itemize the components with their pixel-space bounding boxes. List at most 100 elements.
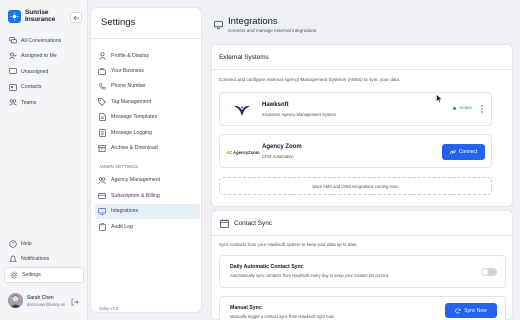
nav-item-label: Notifications — [21, 256, 50, 263]
divider — [91, 38, 203, 39]
nav-item-contacts[interactable]: Contacts — [4, 80, 84, 96]
integration-name: Agency Zoom — [262, 144, 302, 150]
contact-sync-card: Contact Sync Sync contacts from your Haw… — [211, 210, 513, 320]
contact-sync-description: Sync contacts from your Hawksoft system … — [219, 242, 358, 247]
toggle-knob — [482, 269, 488, 275]
settings-item-label: Tag Management — [111, 98, 152, 105]
primary-sidebar: Sunrise Insurance All Conversations Assi… — [0, 0, 88, 320]
status-badge: Active — [453, 106, 472, 111]
nav-item-all-conversations[interactable]: All Conversations — [4, 33, 84, 49]
monitor-icon — [214, 20, 223, 29]
settings-item-audit-log[interactable]: Audit Log — [95, 219, 200, 234]
nav-item-label: Assigned to Me — [21, 53, 57, 60]
more-integrations-note: More AMS and CRM integrations coming soo… — [219, 177, 492, 195]
daily-sync-toggle[interactable] — [481, 268, 497, 276]
brand: Sunrise Insurance — [8, 9, 55, 23]
settings-item-label: Audit Log — [111, 223, 133, 230]
settings-nav: Profile & Display Your Business Phone Nu… — [95, 48, 200, 234]
bell-icon — [9, 255, 17, 263]
more-options-button[interactable] — [479, 104, 485, 114]
contact-sync-title: Contact Sync — [234, 220, 273, 227]
integration-description: CRM Automation — [262, 154, 294, 159]
page-title: Integrations — [228, 16, 278, 27]
logout-icon — [71, 298, 79, 306]
app-version: Voley v1.0 — [99, 306, 119, 311]
collapse-icon — [72, 15, 79, 20]
collapse-sidebar-button[interactable] — [70, 12, 82, 23]
brand-name: Sunrise Insurance — [25, 9, 55, 23]
user-name: Sarah Chen — [27, 294, 54, 301]
logo-text-mark: AZ — [226, 149, 233, 155]
integration-name: Hawksoft — [262, 102, 289, 108]
external-systems-card: External Systems Connect and configure e… — [211, 44, 513, 207]
settings-item-your-business[interactable]: Your Business — [95, 63, 200, 78]
connect-button-label: Connect — [458, 149, 478, 155]
settings-panel: Settings Profile & Display Your Business… — [90, 7, 203, 313]
divider — [212, 69, 512, 70]
settings-item-profile-display[interactable]: Profile & Display — [95, 48, 200, 63]
daily-sync-row: Daily Automatic Contact Sync Automatical… — [219, 255, 506, 288]
main-nav: All Conversations Assigned to Me Unassig… — [4, 33, 84, 111]
settings-item-message-templates[interactable]: Message Templates — [95, 110, 200, 125]
settings-item-label: Message Templates — [111, 114, 158, 121]
app: Sunrise Insurance All Conversations Assi… — [0, 0, 520, 320]
refresh-icon — [455, 308, 461, 314]
settings-item-subscription-billing[interactable]: Subscription & Billing — [95, 188, 200, 203]
manual-sync-row: Manual Sync Manually trigger a contact s… — [219, 296, 506, 320]
user-email: demouser@voley.us — [27, 301, 65, 307]
logout-button[interactable] — [70, 297, 80, 307]
help-circle-icon: ? — [9, 240, 17, 248]
nav-item-help[interactable]: ? Help — [4, 236, 84, 252]
logo-text-word: AgencyZoom — [233, 149, 260, 155]
settings-item-label: Your Business — [111, 68, 144, 75]
people-icon — [98, 176, 106, 184]
agencyzoom-logo: AZ AgencyZoom — [226, 142, 260, 162]
settings-item-agency-management[interactable]: Agency Management — [95, 173, 200, 188]
nav-item-settings[interactable]: Settings — [4, 267, 84, 283]
settings-item-archive-download[interactable]: Archive & Download — [95, 140, 200, 155]
message-square-icon — [9, 68, 17, 76]
contact-card-icon — [9, 83, 17, 91]
nav-item-assigned-to-me[interactable]: Assigned to Me — [4, 49, 84, 65]
clipboard-icon — [98, 222, 106, 231]
calendar-icon — [220, 219, 229, 228]
nav-item-teams[interactable]: Teams — [4, 95, 84, 111]
user-check-icon — [9, 52, 17, 60]
settings-title: Settings — [101, 17, 136, 28]
daily-sync-title: Daily Automatic Contact Sync — [230, 264, 304, 270]
nav-item-label: Unassigned — [21, 68, 49, 75]
log-icon — [98, 128, 106, 137]
settings-item-message-logging[interactable]: Message Logging — [95, 125, 200, 140]
credit-card-icon — [98, 192, 106, 200]
daily-sync-description: Automatically sync contacts from Hawksof… — [230, 273, 390, 278]
main-content: Integrations Connect and manage external… — [206, 7, 516, 320]
briefcase-icon — [98, 67, 106, 75]
sync-now-button[interactable]: Sync Now — [445, 303, 497, 318]
settings-item-label: Subscription & Billing — [111, 192, 160, 199]
nav-item-unassigned[interactable]: Unassigned — [4, 64, 84, 80]
person-icon — [98, 52, 106, 60]
nav-item-label: Teams — [21, 99, 37, 106]
settings-item-tag-management[interactable]: Tag Management — [95, 94, 200, 109]
manual-sync-description: Manually trigger a contact sync from Haw… — [230, 314, 335, 319]
phone-icon — [98, 82, 106, 90]
gear-icon — [10, 271, 18, 279]
nav-item-label: Help — [21, 240, 32, 247]
settings-item-integrations[interactable]: Integrations — [95, 203, 200, 219]
settings-item-label: Profile & Display — [111, 52, 150, 59]
page-subtitle: Connect and manage external integrations — [228, 28, 317, 33]
settings-item-phone-number[interactable]: Phone Number — [95, 79, 200, 94]
connect-button[interactable]: Connect — [442, 144, 485, 160]
nav-item-notifications[interactable]: Notifications — [4, 252, 84, 268]
brand-name-line1: Sunrise — [25, 9, 49, 16]
settings-item-label: Message Logging — [111, 129, 152, 136]
user-text: Sarah Chen demouser@voley.us — [27, 295, 65, 307]
tag-icon — [98, 98, 106, 106]
nav-item-label: All Conversations — [21, 37, 62, 44]
archive-icon — [98, 144, 106, 152]
more-integrations-text: More AMS and CRM integrations coming soo… — [312, 183, 399, 189]
nav-item-label: Contacts — [21, 84, 42, 91]
settings-item-label: Phone Number — [111, 83, 146, 90]
status-label: Active — [459, 106, 473, 111]
manual-sync-title: Manual Sync — [230, 305, 262, 311]
